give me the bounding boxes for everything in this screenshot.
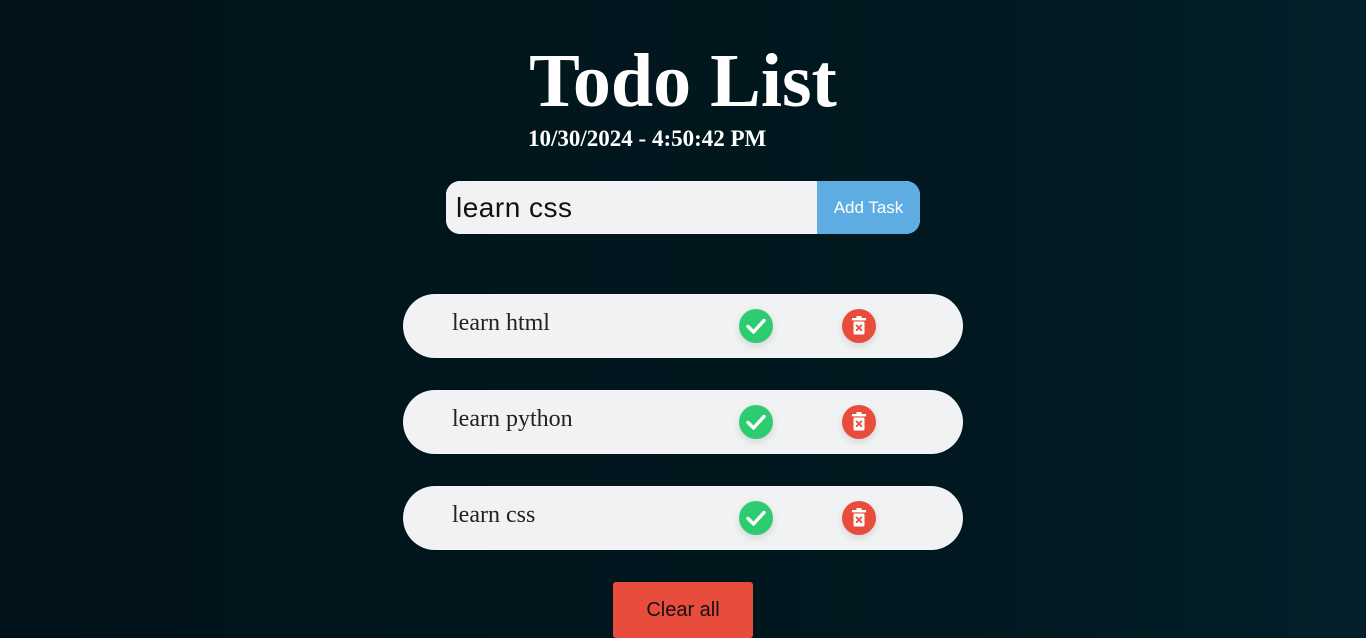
page-title: Todo List bbox=[529, 39, 837, 123]
trash-icon[interactable] bbox=[842, 309, 876, 343]
add-task-button[interactable]: Add Task bbox=[817, 181, 920, 234]
trash-icon[interactable] bbox=[842, 405, 876, 439]
check-circle-icon[interactable] bbox=[739, 501, 773, 535]
trash-icon[interactable] bbox=[842, 501, 876, 535]
task-text: learn python bbox=[452, 406, 573, 432]
task-text: learn css bbox=[452, 502, 536, 528]
task-list: learn html learn python learn css bbox=[403, 294, 963, 582]
add-task-form: Add Task bbox=[446, 181, 920, 234]
task-text: learn html bbox=[452, 310, 550, 336]
task-input[interactable] bbox=[446, 181, 817, 234]
task-item: learn html bbox=[403, 294, 963, 358]
check-circle-icon[interactable] bbox=[739, 405, 773, 439]
check-circle-icon[interactable] bbox=[739, 309, 773, 343]
task-item: learn python bbox=[403, 390, 963, 454]
task-item: learn css bbox=[403, 486, 963, 550]
clear-all-button[interactable]: Clear all bbox=[613, 582, 753, 638]
current-datetime: 10/30/2024 - 4:50:42 PM bbox=[528, 126, 767, 151]
